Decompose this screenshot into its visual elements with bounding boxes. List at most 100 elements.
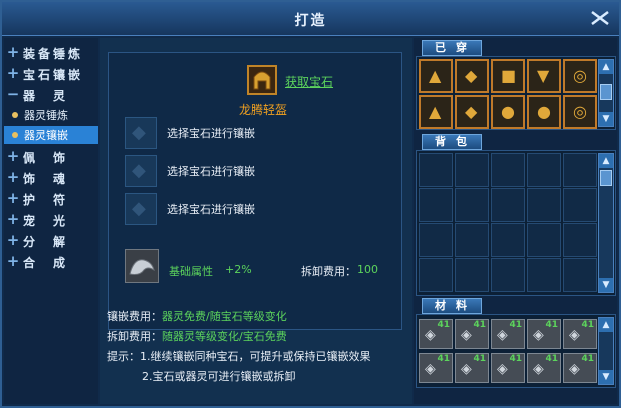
material-slot[interactable]: ◈ 41 <box>455 353 489 383</box>
base-attr-value: +2% <box>225 263 252 276</box>
gem-slot-row[interactable]: ◆ 选择宝石进行镶嵌 <box>125 155 385 187</box>
dragon-icon: ◈ <box>533 327 544 343</box>
nav-item-combine[interactable]: + 合 成 <box>4 253 98 271</box>
equipped-item-slot[interactable]: ● <box>527 95 561 129</box>
material-slot[interactable]: ◈ 41 <box>419 319 453 349</box>
nav-item-spirit[interactable]: − 器 灵 <box>4 86 98 104</box>
get-gem-link[interactable]: 获取宝石 <box>285 73 333 90</box>
scroll-thumb[interactable] <box>600 84 612 100</box>
gem-slot[interactable]: ◆ <box>125 155 157 187</box>
material-slot[interactable]: ◈ 41 <box>563 319 597 349</box>
dragon-icon: ◈ <box>461 327 472 343</box>
expand-icon: + <box>6 231 20 249</box>
gem-placeholder-icon: ◆ <box>132 122 146 143</box>
equipped-item-slot[interactable]: ■ <box>491 59 525 93</box>
bag-slot[interactable] <box>563 188 597 222</box>
remove-fee-value-info: 随器灵等级变化/宝石免费 <box>162 330 287 343</box>
scroll-up-icon[interactable]: ▲ <box>599 60 613 74</box>
bag-slot[interactable] <box>455 223 489 257</box>
material-slot[interactable]: ◈ 41 <box>563 353 597 383</box>
bag-slot[interactable] <box>491 188 525 222</box>
forge-window: 打造 + 装备锤炼 + 宝石镶嵌 − 器 灵 器灵锤炼 器灵镶嵌 + 佩 饰 +… <box>0 0 621 408</box>
bag-slot[interactable] <box>563 258 597 292</box>
remove-fee-line: 拆卸费用：随器灵等级变化/宝石免费 <box>107 328 287 344</box>
bag-slot[interactable] <box>455 188 489 222</box>
nav-item-decompose[interactable]: + 分 解 <box>4 232 98 250</box>
bag-slot[interactable] <box>419 258 453 292</box>
tab-equipped[interactable]: 已穿 <box>422 40 482 56</box>
bag-slot[interactable] <box>491 223 525 257</box>
nav-sub-spirit-inlay[interactable]: 器灵镶嵌 <box>4 126 98 144</box>
gem-slot[interactable]: ◆ <box>125 193 157 225</box>
bag-slot[interactable] <box>527 258 561 292</box>
bag-slot[interactable] <box>419 188 453 222</box>
nav-item-label: 宝石镶嵌 <box>23 68 84 82</box>
gauntlet-icon: ▲ <box>429 102 442 121</box>
tab-bag[interactable]: 背包 <box>422 134 482 150</box>
scroll-down-icon[interactable]: ▼ <box>599 278 613 292</box>
bag-slot[interactable] <box>563 153 597 187</box>
dragon-icon: ◈ <box>533 361 544 377</box>
material-slot[interactable]: ◈ 41 <box>527 353 561 383</box>
bag-slot[interactable] <box>419 153 453 187</box>
nav-item-pet-light[interactable]: + 宠 光 <box>4 211 98 229</box>
bracer-icon: ◆ <box>465 102 478 121</box>
material-count: 41 <box>581 354 594 364</box>
bag-slot[interactable] <box>419 223 453 257</box>
bag-slot[interactable] <box>563 223 597 257</box>
gem-slot-row[interactable]: ◆ 选择宝石进行镶嵌 <box>125 193 385 225</box>
scroll-up-icon[interactable]: ▲ <box>599 154 613 168</box>
nav-item-gem-inlay[interactable]: + 宝石镶嵌 <box>4 65 98 83</box>
gem-slot-row[interactable]: ◆ 选择宝石进行镶嵌 <box>125 117 385 149</box>
dragon-spirit-slot[interactable] <box>125 249 159 283</box>
base-attr-label: 基础属性 <box>169 265 213 278</box>
tab-materials[interactable]: 材料 <box>422 298 482 314</box>
material-slot[interactable]: ◈ 41 <box>419 353 453 383</box>
material-slot[interactable]: ◈ 41 <box>491 319 525 349</box>
material-slot[interactable]: ◈ 41 <box>455 319 489 349</box>
dragon-icon <box>129 259 155 275</box>
whip-icon: ◎ <box>573 102 587 121</box>
bag-slot[interactable] <box>527 223 561 257</box>
title-bar: 打造 <box>2 2 619 36</box>
material-slot[interactable]: ◈ 41 <box>491 353 525 383</box>
bag-slot[interactable] <box>527 153 561 187</box>
bag-slot[interactable] <box>455 153 489 187</box>
bag-scrollbar[interactable]: ▲ ▼ <box>598 153 614 293</box>
equipped-item-slot[interactable]: ▲ <box>419 95 453 129</box>
nav-item-equip-temper[interactable]: + 装备锤炼 <box>4 44 98 62</box>
scroll-down-icon[interactable]: ▼ <box>599 112 613 126</box>
nav-item-amulet[interactable]: + 护 符 <box>4 190 98 208</box>
gem-slot-text: 选择宝石进行镶嵌 <box>167 165 255 178</box>
close-icon[interactable] <box>589 8 611 28</box>
equipped-item-slot[interactable]: ◆ <box>455 95 489 129</box>
bag-slot[interactable] <box>491 153 525 187</box>
nav-item-accessory[interactable]: + 佩 饰 <box>4 148 98 166</box>
material-slot[interactable]: ◈ 41 <box>527 319 561 349</box>
gem-slot[interactable]: ◆ <box>125 117 157 149</box>
nav-item-accessory-soul[interactable]: + 饰 魂 <box>4 169 98 187</box>
inlay-panel: 获取宝石 龙腾轻盔 ◆ 选择宝石进行镶嵌 ◆ 选择宝石进行镶嵌 ◆ 选择宝石进行… <box>100 38 412 404</box>
scroll-down-icon[interactable]: ▼ <box>599 370 613 384</box>
gem-placeholder-icon: ◆ <box>132 160 146 181</box>
inlay-fee-key: 镶嵌费用： <box>107 310 162 323</box>
equipped-item-slot[interactable]: ◆ <box>455 59 489 93</box>
materials-scrollbar[interactable]: ▲ ▼ <box>598 317 614 385</box>
bag-slot[interactable] <box>527 188 561 222</box>
equipped-item-slot[interactable]: ● <box>491 95 525 129</box>
scroll-thumb[interactable] <box>600 170 612 186</box>
nav-item-label: 饰 魂 <box>23 172 69 186</box>
scroll-up-icon[interactable]: ▲ <box>599 318 613 332</box>
equipped-item-slot[interactable]: ▲ <box>419 59 453 93</box>
bag-slot[interactable] <box>491 258 525 292</box>
expand-icon: + <box>6 168 20 186</box>
target-item-slot[interactable] <box>247 65 277 95</box>
equipped-item-slot[interactable]: ▼ <box>527 59 561 93</box>
equipped-item-slot[interactable]: ◎ <box>563 95 597 129</box>
dragon-icon: ◈ <box>569 361 580 377</box>
nav-sub-spirit-temper[interactable]: 器灵锤炼 <box>4 106 98 124</box>
materials-panel: ◈ 41 ◈ 41 ◈ 41 ◈ 41 ◈ 41 ◈ 41 ◈ 41 ◈ 41 ◈ 41 ◈ 41 ▲ ▼ <box>416 314 616 388</box>
equipped-scrollbar[interactable]: ▲ ▼ <box>598 59 614 127</box>
bag-slot[interactable] <box>455 258 489 292</box>
equipped-item-slot[interactable]: ◎ <box>563 59 597 93</box>
